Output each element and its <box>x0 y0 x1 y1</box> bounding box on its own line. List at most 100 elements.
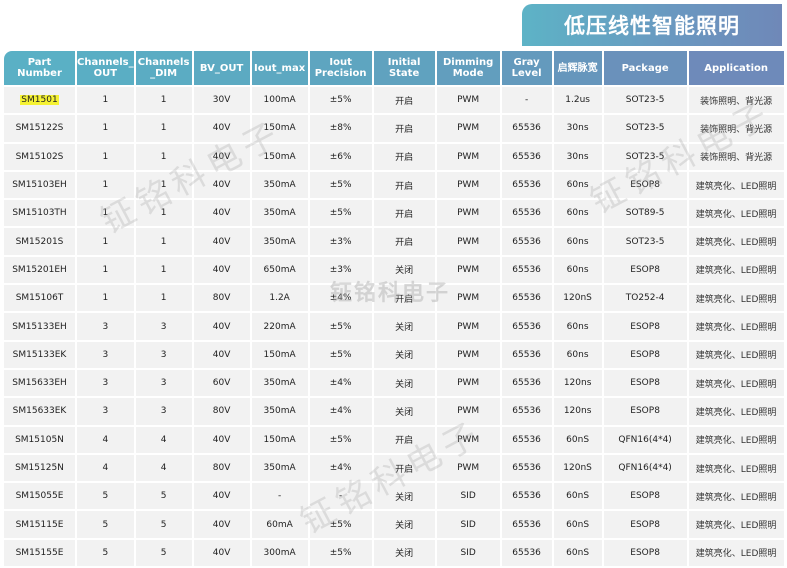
gray-level-cell: 65536 <box>501 483 552 510</box>
part-number-cell: SM15633EH <box>4 369 75 397</box>
package-cell: ESOP8 <box>603 539 687 567</box>
iout-max-cell: 150mA <box>251 143 308 170</box>
initial-state-cell: 关闭 <box>373 511 435 538</box>
part-number-cell: SM15633EK <box>4 398 75 425</box>
table-row: SM15633EH 3 3 60V 350mA ±4% 关闭 PWM 65536 120ns ESO… <box>4 369 784 397</box>
channels-dim-cell: 1 <box>135 143 192 170</box>
column-header: Package <box>603 51 687 85</box>
column-header: Part Number <box>4 51 75 85</box>
gray-level-cell: 65536 <box>501 228 552 255</box>
pulse-width-cell: 60ns <box>553 171 602 199</box>
part-number-cell: SM15115E <box>4 511 75 538</box>
application-cell: 装饰照明、背光源 <box>688 87 784 114</box>
iout-max-cell: 1.2A <box>251 285 308 312</box>
dimming-mode-cell: SID <box>436 539 500 567</box>
iout-max-cell: 650mA <box>251 256 308 284</box>
iout-max-cell: 350mA <box>251 228 308 255</box>
channels-out-cell: 1 <box>77 200 134 227</box>
column-header: Channels _DIM <box>135 51 192 85</box>
iout-precision-cell: ±4% <box>309 285 372 312</box>
part-number-cell: SM15055E <box>4 483 75 510</box>
application-cell: 建筑亮化、LED照明 <box>688 483 784 510</box>
part-number-cell: SM15122S <box>4 115 75 142</box>
package-cell: SOT89-5 <box>603 200 687 227</box>
channels-out-cell: 3 <box>77 341 134 368</box>
table-row: SM15633EK 3 3 80V 350mA ±4% 关闭 PWM 65536 120ns ESO… <box>4 398 784 425</box>
part-number-cell: SM15125N <box>4 454 75 482</box>
dimming-mode-cell: SID <box>436 483 500 510</box>
package-cell: QFN16(4*4) <box>603 426 687 453</box>
dimming-mode-cell: PWM <box>436 200 500 227</box>
gray-level-cell: 65536 <box>501 426 552 453</box>
pulse-width-cell: 30ns <box>553 143 602 170</box>
package-cell: ESOP8 <box>603 256 687 284</box>
application-cell: 建筑亮化、LED照明 <box>688 369 784 397</box>
iout-precision-cell: ±4% <box>309 454 372 482</box>
channels-out-cell: 1 <box>77 115 134 142</box>
iout-precision-cell: ±5% <box>309 87 372 114</box>
gray-level-cell: 65536 <box>501 539 552 567</box>
bv-out-cell: 60V <box>193 369 250 397</box>
gray-level-cell: 65536 <box>501 256 552 284</box>
iout-precision-cell: ±6% <box>309 143 372 170</box>
pulse-width-cell: 120ns <box>553 398 602 425</box>
initial-state-cell: 关闭 <box>373 483 435 510</box>
iout-max-cell: 350mA <box>251 200 308 227</box>
channels-out-cell: 1 <box>77 285 134 312</box>
channels-dim-cell: 5 <box>135 511 192 538</box>
column-header: BV_OUT <box>193 51 250 85</box>
application-cell: 建筑亮化、LED照明 <box>688 171 784 199</box>
initial-state-cell: 关闭 <box>373 539 435 567</box>
dimming-mode-cell: PWM <box>436 369 500 397</box>
dimming-mode-cell: PWM <box>436 313 500 340</box>
package-cell: SOT23-5 <box>603 87 687 114</box>
gray-level-cell: 65536 <box>501 511 552 538</box>
iout-precision-cell: ±5% <box>309 341 372 368</box>
channels-dim-cell: 1 <box>135 171 192 199</box>
pulse-width-cell: 60nS <box>553 539 602 567</box>
pulse-width-cell: 30ns <box>553 115 602 142</box>
column-header: Initial State <box>373 51 435 85</box>
bv-out-cell: 40V <box>193 483 250 510</box>
channels-dim-cell: 4 <box>135 454 192 482</box>
table-row: SM15103EH 1 1 40V 350mA ±5% 开启 PWM 65536 60ns ESOP… <box>4 171 784 199</box>
table-body: SM1501 1 1 30V 100mA ±5% 开启 PWM -1.2us SOT23-5 装饰照… <box>4 87 784 567</box>
bv-out-cell: 40V <box>193 426 250 453</box>
channels-out-cell: 1 <box>77 228 134 255</box>
bv-out-cell: 40V <box>193 256 250 284</box>
bv-out-cell: 40V <box>193 341 250 368</box>
iout-max-cell: - <box>251 483 308 510</box>
part-number-cell: SM1501 <box>4 87 75 114</box>
iout-precision-cell: ±8% <box>309 115 372 142</box>
part-number-cell: SM15103TH <box>4 200 75 227</box>
bv-out-cell: 40V <box>193 143 250 170</box>
iout-max-cell: 350mA <box>251 171 308 199</box>
channels-dim-cell: 1 <box>135 228 192 255</box>
dimming-mode-cell: PWM <box>436 115 500 142</box>
package-cell: SOT23-5 <box>603 115 687 142</box>
gray-level-cell: 65536 <box>501 200 552 227</box>
iout-max-cell: 150mA <box>251 426 308 453</box>
package-cell: ESOP8 <box>603 313 687 340</box>
dimming-mode-cell: PWM <box>436 171 500 199</box>
bv-out-cell: 80V <box>193 454 250 482</box>
iout-precision-cell: ±5% <box>309 171 372 199</box>
initial-state-cell: 关闭 <box>373 341 435 368</box>
dimming-mode-cell: PWM <box>436 228 500 255</box>
dimming-mode-cell: PWM <box>436 341 500 368</box>
iout-precision-cell: ±3% <box>309 228 372 255</box>
package-cell: SOT23-5 <box>603 228 687 255</box>
part-number-cell: SM15102S <box>4 143 75 170</box>
package-cell: ESOP8 <box>603 398 687 425</box>
dimming-mode-cell: PWM <box>436 398 500 425</box>
package-cell: QFN16(4*4) <box>603 454 687 482</box>
dimming-mode-cell: PWM <box>436 426 500 453</box>
initial-state-cell: 关闭 <box>373 398 435 425</box>
channels-out-cell: 3 <box>77 398 134 425</box>
gray-level-cell: 65536 <box>501 285 552 312</box>
part-number-cell: SM15103EH <box>4 171 75 199</box>
initial-state-cell: 开启 <box>373 87 435 114</box>
package-cell: ESOP8 <box>603 511 687 538</box>
application-cell: 建筑亮化、LED照明 <box>688 313 784 340</box>
channels-dim-cell: 1 <box>135 256 192 284</box>
